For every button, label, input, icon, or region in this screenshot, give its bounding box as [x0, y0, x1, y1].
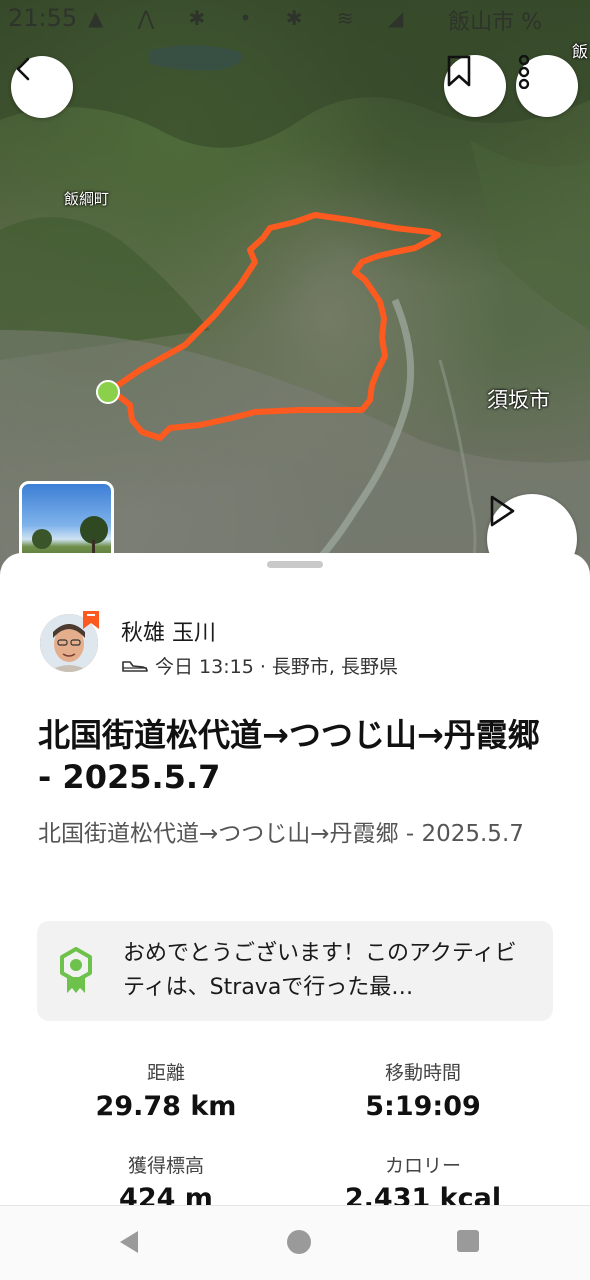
achievement-card[interactable]: おめでとうございます！このアクティビティは、Stravaで行った最…: [37, 921, 553, 1021]
status-right: 飯山市 %: [448, 10, 542, 35]
bookmark-button[interactable]: [444, 55, 506, 117]
map-label-suzaka: 須坂市: [487, 388, 550, 412]
bookmark-icon: [447, 55, 471, 87]
back-arrow-icon: [16, 57, 30, 81]
nav-recents-icon[interactable]: [455, 1228, 481, 1254]
activity-description: 北国街道松代道→つつじ山→丹霞郷 - 2025.5.7: [38, 821, 524, 847]
shoe-icon: [122, 660, 148, 672]
play-icon: [490, 495, 515, 527]
status-bar: 21:55 ▲ ⋀ ✱ • ✱ ≋ ◢ 飯山市 %: [0, 0, 590, 36]
nav-home-icon[interactable]: [285, 1228, 313, 1256]
more-vertical-icon: [518, 55, 530, 89]
stat-value-moving-time: 5:19:09: [365, 1091, 481, 1122]
activity-meta-text: 今日 13:15 · 長野市, 長野県: [155, 656, 398, 678]
stat-label-calories: カロリー: [384, 1155, 461, 1177]
stat-label-distance: 距離: [146, 1062, 185, 1084]
activity-sheet: 秋雄 玉川 今日 13:15 · 長野市, 長野県 北国街道松代道→つつじ山→丹…: [0, 553, 590, 1213]
status-icons: ▲ ⋀ ✱ • ✱ ≋ ◢: [88, 6, 418, 30]
status-time: 21:55: [8, 4, 78, 32]
back-button[interactable]: [11, 56, 73, 118]
stat-label-elevation: 獲得標高: [127, 1155, 204, 1177]
nav-back-icon[interactable]: [116, 1228, 142, 1256]
start-marker: [96, 380, 120, 404]
athlete-name[interactable]: 秋雄 玉川: [121, 615, 216, 647]
map-label-edge: 飯: [572, 42, 589, 61]
stat-value-distance: 29.78 km: [95, 1091, 237, 1122]
activity-title: 北国街道松代道→つつじ山→丹霞郷 - 2025.5.7: [38, 716, 540, 796]
achievement-text: おめでとうございます！このアクティビティは、Stravaで行った最…: [123, 941, 517, 1000]
route-map[interactable]: 21:55 ▲ ⋀ ✱ • ✱ ≋ ◢ 飯山市 % 飯綱町 須坂市 飯: [0, 0, 590, 580]
more-options-button[interactable]: [516, 55, 578, 117]
stat-label-moving-time: 移動時間: [384, 1062, 461, 1084]
achievement-badge-icon: [60, 947, 92, 993]
map-label-iizuna: 飯綱町: [64, 190, 110, 208]
system-navigation-bar: [0, 1205, 590, 1280]
subscriber-badge-icon: [83, 611, 99, 629]
sheet-drag-handle[interactable]: [267, 561, 323, 568]
activity-meta: 今日 13:15 · 長野市, 長野県: [121, 652, 398, 679]
